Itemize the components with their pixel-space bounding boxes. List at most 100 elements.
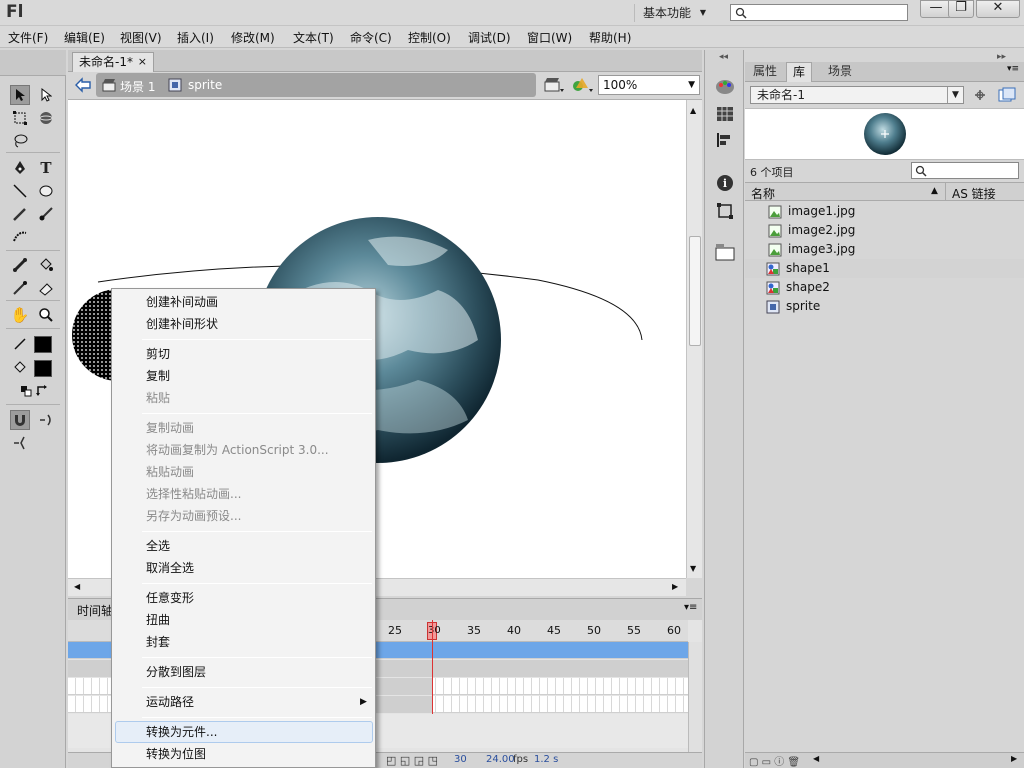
straighten-icon[interactable]: [10, 433, 30, 453]
library-item[interactable]: shape2: [745, 278, 1024, 297]
new-library-panel-icon[interactable]: [998, 87, 1016, 106]
zoom-select[interactable]: 100% ▼: [598, 75, 700, 95]
paint-bucket-tool-icon[interactable]: [36, 255, 56, 275]
column-linkage[interactable]: AS 链接: [952, 185, 996, 202]
sort-ascending-icon[interactable]: ▲: [931, 186, 938, 196]
library-item[interactable]: sprite: [745, 297, 1024, 316]
library-item[interactable]: image3.jpg: [745, 240, 1024, 259]
menu-commands[interactable]: 命令(C): [350, 29, 392, 46]
panel-menu-icon[interactable]: ▾≡: [1007, 64, 1019, 74]
pen-tool-icon[interactable]: [10, 158, 30, 178]
library-item[interactable]: image1.jpg: [745, 202, 1024, 221]
eraser-tool-icon[interactable]: [36, 278, 56, 298]
color-panel-icon[interactable]: [715, 78, 735, 99]
library-item[interactable]: shape1: [745, 259, 1024, 278]
menu-item-copy[interactable]: 复制: [146, 365, 170, 387]
smooth-icon[interactable]: [36, 410, 56, 430]
transform-panel-icon[interactable]: [716, 202, 734, 223]
components-panel-icon[interactable]: [714, 242, 736, 265]
selection-tool-icon[interactable]: [10, 85, 30, 105]
menu-item-motion-path[interactable]: 运动路径: [146, 691, 194, 713]
stroke-color-swatch[interactable]: [34, 336, 52, 353]
menu-item-convert-to-bitmap[interactable]: 转换为位图: [146, 743, 206, 765]
menu-item-distort[interactable]: 扭曲: [146, 609, 170, 631]
menu-modify[interactable]: 修改(M): [231, 29, 275, 46]
menu-item-create-shape-tween[interactable]: 创建补间形状: [146, 313, 218, 335]
scrollbar-thumb[interactable]: [689, 236, 701, 346]
align-panel-icon[interactable]: [716, 132, 734, 151]
text-tool-icon[interactable]: T: [36, 158, 56, 178]
menu-item-free-transform[interactable]: 任意变形: [146, 587, 194, 609]
swap-colors-icon[interactable]: [32, 381, 52, 401]
library-search-input[interactable]: [911, 162, 1019, 179]
library-toolbar-icons[interactable]: ▢ ▭ ⓘ 🗑: [749, 753, 800, 768]
menu-debug[interactable]: 调试(D): [468, 29, 511, 46]
library-document-select[interactable]: 未命名-1 ▼: [750, 86, 964, 104]
scroll-right-icon[interactable]: ▶: [1011, 754, 1017, 763]
scroll-left-icon[interactable]: ◀: [813, 754, 819, 763]
library-item[interactable]: image2.jpg: [745, 221, 1024, 240]
menu-item-distribute-to-layers[interactable]: 分散到图层: [146, 661, 206, 683]
free-transform-tool-icon[interactable]: [10, 108, 30, 128]
swatches-panel-icon[interactable]: [716, 106, 734, 125]
tab-properties[interactable]: 属性: [747, 62, 783, 82]
breadcrumb-scene[interactable]: 场景 1: [120, 78, 155, 95]
edit-scene-icon[interactable]: [544, 76, 564, 97]
close-button[interactable]: ✕: [976, 0, 1020, 18]
close-tab-icon[interactable]: ×: [138, 53, 147, 71]
back-arrow-icon[interactable]: [74, 77, 92, 96]
document-tab[interactable]: 未命名-1* ×: [72, 52, 154, 72]
menu-edit[interactable]: 编辑(E): [64, 29, 105, 46]
collapse-arrows-icon[interactable]: ◂◂: [719, 52, 728, 62]
breadcrumb-symbol[interactable]: sprite: [188, 78, 222, 92]
brush-tool-icon[interactable]: [36, 204, 56, 224]
scroll-down-icon[interactable]: ▼: [690, 564, 696, 573]
oval-tool-icon[interactable]: [36, 181, 56, 201]
deco-tool-icon[interactable]: [10, 227, 30, 247]
stage-vertical-scrollbar[interactable]: ▲ ▼: [686, 100, 702, 578]
eyedropper-tool-icon[interactable]: [10, 278, 30, 298]
menu-item-convert-to-symbol[interactable]: 转换为元件...: [146, 721, 217, 743]
menu-item-deselect-all[interactable]: 取消全选: [146, 557, 194, 579]
menu-item-select-all[interactable]: 全选: [146, 535, 170, 557]
line-tool-icon[interactable]: [10, 181, 30, 201]
hand-tool-icon[interactable]: ✋: [10, 305, 30, 325]
info-panel-icon[interactable]: i: [716, 174, 734, 195]
3d-rotation-tool-icon[interactable]: [36, 108, 56, 128]
column-name[interactable]: 名称: [751, 185, 775, 202]
lasso-tool-icon[interactable]: [10, 131, 30, 151]
fps-value[interactable]: 24.00: [486, 754, 515, 765]
tab-library[interactable]: 库: [786, 62, 813, 82]
collapse-panel-icon[interactable]: ▸▸: [997, 52, 1006, 62]
scroll-left-icon[interactable]: ◀: [74, 582, 80, 591]
fill-color-icon[interactable]: [10, 358, 30, 378]
menu-window[interactable]: 窗口(W): [527, 29, 572, 46]
bone-tool-icon[interactable]: [10, 255, 30, 275]
timeline-vertical-scrollbar[interactable]: [688, 642, 702, 752]
tab-scene[interactable]: 场景: [822, 62, 858, 82]
menu-item-envelope[interactable]: 封套: [146, 631, 170, 653]
pin-library-icon[interactable]: [972, 87, 988, 106]
stroke-color-icon[interactable]: [10, 334, 30, 354]
scroll-up-icon[interactable]: ▲: [690, 106, 696, 115]
help-search-input[interactable]: [730, 4, 908, 21]
subselection-tool-icon[interactable]: [36, 85, 56, 105]
menu-insert[interactable]: 插入(I): [177, 29, 214, 46]
maximize-button[interactable]: ❐: [948, 0, 974, 18]
menu-item-create-motion-tween[interactable]: 创建补间动画: [146, 291, 218, 313]
current-frame-value[interactable]: 30: [454, 754, 467, 765]
fill-color-swatch[interactable]: [34, 360, 52, 377]
menu-file[interactable]: 文件(F): [8, 29, 48, 46]
menu-help[interactable]: 帮助(H): [589, 29, 631, 46]
panel-menu-icon[interactable]: ▾≡: [684, 602, 697, 613]
menu-control[interactable]: 控制(O): [408, 29, 451, 46]
pencil-tool-icon[interactable]: [10, 204, 30, 224]
menu-item-cut[interactable]: 剪切: [146, 343, 170, 365]
snap-to-objects-icon[interactable]: [10, 410, 30, 430]
zoom-tool-icon[interactable]: [36, 305, 56, 325]
onion-skin-icons[interactable]: ◰ ◱ ◲ ◳: [386, 754, 438, 767]
scroll-right-icon[interactable]: ▶: [672, 582, 678, 591]
edit-symbols-icon[interactable]: [572, 76, 594, 97]
menu-view[interactable]: 视图(V): [120, 29, 162, 46]
workspace-switcher[interactable]: 基本功能 ▼: [634, 4, 712, 22]
